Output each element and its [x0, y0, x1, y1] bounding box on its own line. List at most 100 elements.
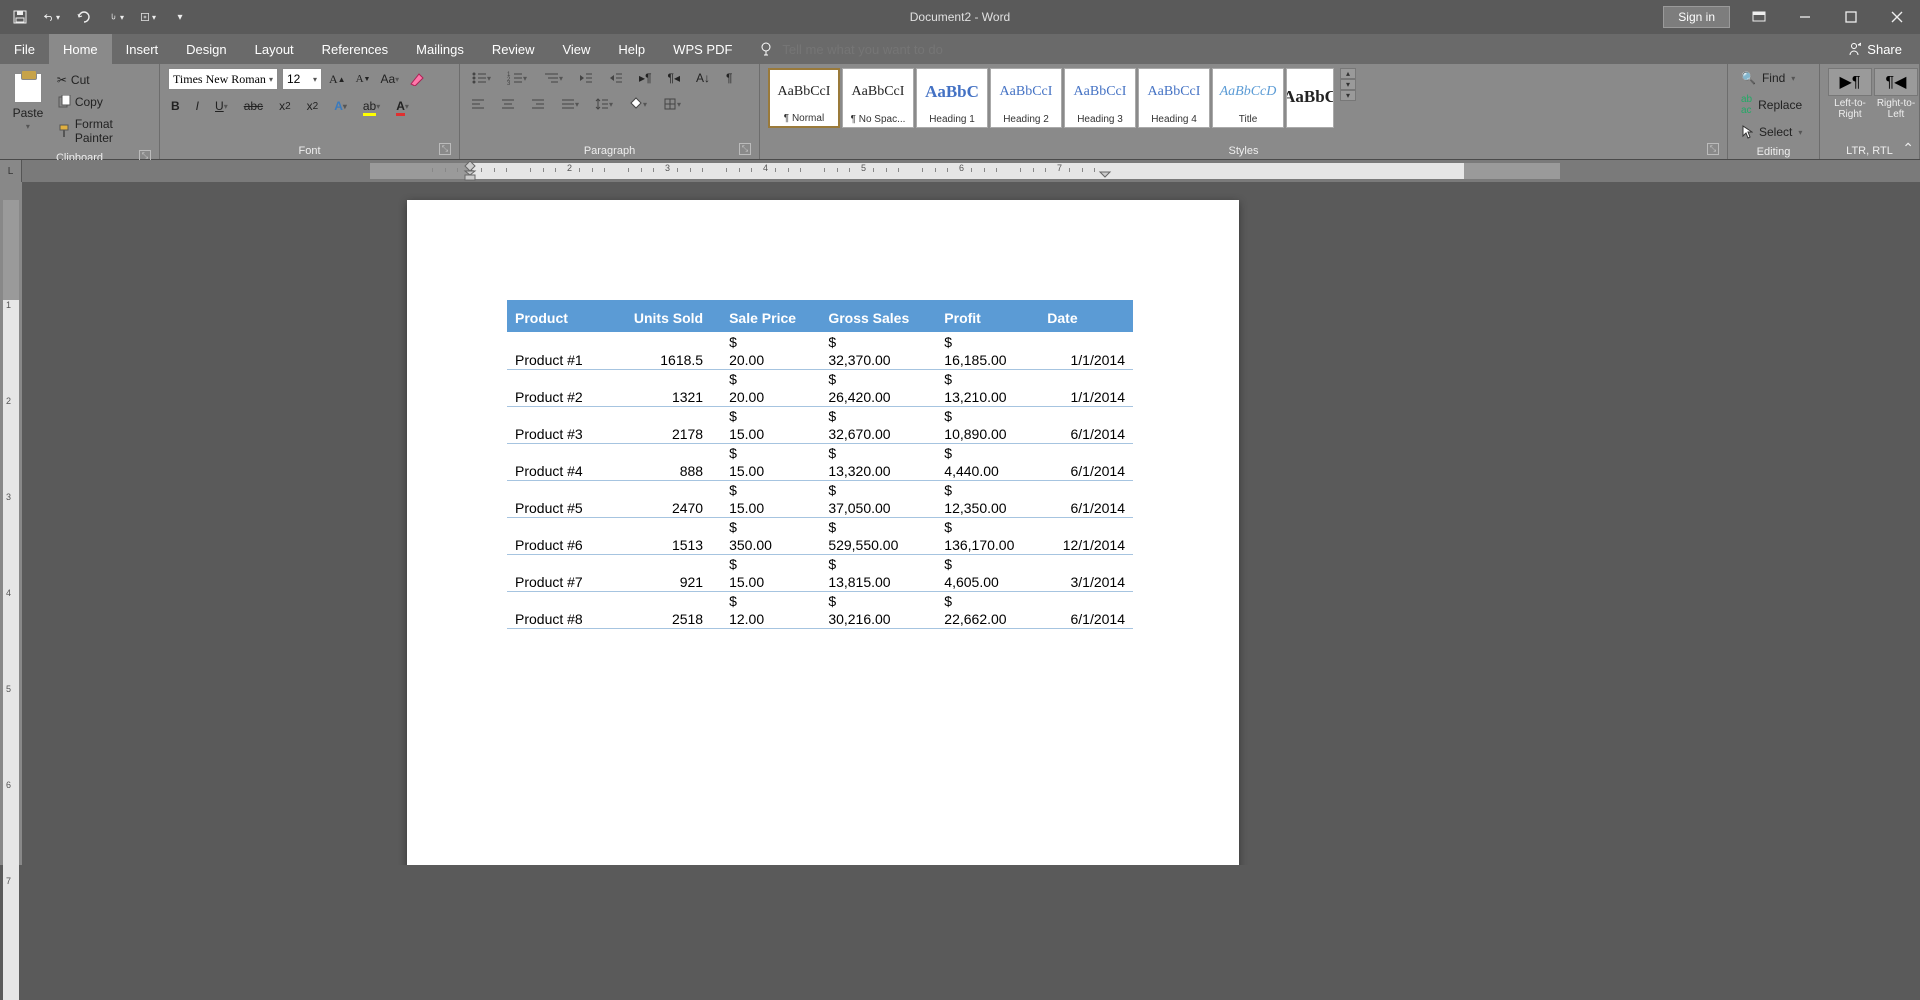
table-cell[interactable]: 1618.5: [607, 332, 721, 369]
table-row[interactable]: Product #61513$350.00$529,550.00$136,170…: [507, 517, 1133, 554]
gallery-down-icon[interactable]: ▾: [1340, 79, 1356, 90]
clear-formatting-icon[interactable]: [406, 69, 428, 89]
table-cell[interactable]: Product #4: [507, 443, 607, 480]
table-cell[interactable]: $350.00: [721, 517, 820, 554]
tell-me-input[interactable]: [782, 42, 1042, 57]
styles-gallery-scroll[interactable]: ▴ ▾ ▾: [1340, 68, 1356, 101]
replace-button[interactable]: abacReplace: [1736, 91, 1807, 119]
table-cell[interactable]: $20.00: [721, 332, 820, 369]
share-button[interactable]: Share: [1829, 34, 1920, 64]
table-header[interactable]: Gross Sales: [820, 300, 936, 332]
page[interactable]: ProductUnits SoldSale PriceGross SalesPr…: [407, 200, 1239, 865]
bullets-icon[interactable]: ▾: [468, 68, 494, 88]
style-item-more[interactable]: AaBbC: [1286, 68, 1334, 128]
collapse-ribbon-icon[interactable]: ⌃: [1902, 140, 1914, 157]
tab-mailings[interactable]: Mailings: [402, 34, 478, 64]
vertical-ruler[interactable]: 1234567: [0, 182, 22, 865]
table-cell[interactable]: 2518: [607, 591, 721, 628]
table-cell[interactable]: 921: [607, 554, 721, 591]
underline-button[interactable]: U▾: [212, 96, 231, 116]
line-spacing-icon[interactable]: ▾: [592, 94, 616, 114]
right-indent-marker-icon[interactable]: [1098, 171, 1112, 181]
table-row[interactable]: Product #52470$15.00$37,050.00$12,350.00…: [507, 480, 1133, 517]
table-cell[interactable]: $26,420.00: [820, 369, 936, 406]
tab-insert[interactable]: Insert: [112, 34, 173, 64]
tab-view[interactable]: View: [548, 34, 604, 64]
minimize-icon[interactable]: [1782, 2, 1828, 32]
style-item--normal[interactable]: AaBbCcI¶ Normal: [768, 68, 840, 128]
subscript-button[interactable]: x2: [276, 96, 294, 116]
table-cell[interactable]: 888: [607, 443, 721, 480]
shading-icon[interactable]: ▾: [626, 94, 650, 114]
table-cell[interactable]: 1/1/2014: [1039, 369, 1133, 406]
table-cell[interactable]: $10,890.00: [936, 406, 1039, 443]
cut-button[interactable]: ✂Cut: [54, 70, 93, 90]
ltr-button[interactable]: ▶¶: [1828, 68, 1872, 96]
strikethrough-button[interactable]: abc: [241, 96, 266, 116]
table-cell[interactable]: 2470: [607, 480, 721, 517]
table-row[interactable]: Product #21321$20.00$26,420.00$13,210.00…: [507, 369, 1133, 406]
ribbon-display-options-icon[interactable]: [1736, 2, 1782, 32]
table-cell[interactable]: Product #5: [507, 480, 607, 517]
bold-button[interactable]: B: [168, 96, 183, 116]
save-icon[interactable]: [12, 9, 28, 25]
style-item-heading-2[interactable]: AaBbCcIHeading 2: [990, 68, 1062, 128]
table-cell[interactable]: 6/1/2014: [1039, 480, 1133, 517]
format-painter-button[interactable]: Format Painter: [54, 114, 151, 148]
text-effects-icon[interactable]: A▾: [331, 96, 350, 116]
qat-customize-icon[interactable]: ▾: [140, 9, 156, 25]
table-cell[interactable]: $12,350.00: [936, 480, 1039, 517]
borders-icon[interactable]: ▾: [660, 94, 684, 114]
table-cell[interactable]: $136,170.00: [936, 517, 1039, 554]
tab-help[interactable]: Help: [604, 34, 659, 64]
tab-references[interactable]: References: [308, 34, 402, 64]
select-button[interactable]: Select▾: [1736, 122, 1807, 142]
superscript-button[interactable]: x2: [304, 96, 322, 116]
show-marks-icon[interactable]: ¶: [723, 68, 735, 88]
style-item-title[interactable]: AaBbCcDTitle: [1212, 68, 1284, 128]
table-header[interactable]: Date: [1039, 300, 1133, 332]
table-cell[interactable]: $13,210.00: [936, 369, 1039, 406]
styles-launcher[interactable]: ⤡: [1707, 143, 1719, 155]
style-item--no-spac-[interactable]: AaBbCcI¶ No Spac...: [842, 68, 914, 128]
table-cell[interactable]: 6/1/2014: [1039, 406, 1133, 443]
table-cell[interactable]: Product #8: [507, 591, 607, 628]
multilevel-list-icon[interactable]: ▾: [540, 68, 566, 88]
italic-button[interactable]: I: [193, 96, 202, 116]
font-color-icon[interactable]: A▾: [393, 96, 412, 116]
tab-design[interactable]: Design: [172, 34, 240, 64]
touch-mode-icon[interactable]: ▾: [108, 9, 124, 25]
table-cell[interactable]: 1321: [607, 369, 721, 406]
table-cell[interactable]: $15.00: [721, 406, 820, 443]
table-row[interactable]: Product #32178$15.00$32,670.00$10,890.00…: [507, 406, 1133, 443]
table-cell[interactable]: $30,216.00: [820, 591, 936, 628]
tab-file[interactable]: File: [0, 34, 49, 64]
maximize-icon[interactable]: [1828, 2, 1874, 32]
table-cell[interactable]: $529,550.00: [820, 517, 936, 554]
table-row[interactable]: Product #82518$12.00$30,216.00$22,662.00…: [507, 591, 1133, 628]
table-header[interactable]: Product: [507, 300, 607, 332]
style-item-heading-1[interactable]: AaBbCHeading 1: [916, 68, 988, 128]
tab-selector[interactable]: L: [0, 160, 22, 182]
rtl-button[interactable]: ¶◀: [1874, 68, 1918, 96]
table-cell[interactable]: Product #2: [507, 369, 607, 406]
table-cell[interactable]: $4,605.00: [936, 554, 1039, 591]
tab-review[interactable]: Review: [478, 34, 549, 64]
decrease-indent-icon[interactable]: [576, 68, 596, 88]
gallery-more-icon[interactable]: ▾: [1340, 90, 1356, 101]
align-center-icon[interactable]: [498, 95, 518, 113]
table-cell[interactable]: Product #7: [507, 554, 607, 591]
table-header[interactable]: Profit: [936, 300, 1039, 332]
font-launcher[interactable]: ⤡: [439, 143, 451, 155]
table-cell[interactable]: $13,320.00: [820, 443, 936, 480]
table-cell[interactable]: $15.00: [721, 443, 820, 480]
table-cell[interactable]: 12/1/2014: [1039, 517, 1133, 554]
align-left-icon[interactable]: [468, 95, 488, 113]
copy-button[interactable]: Copy: [54, 92, 106, 112]
justify-icon[interactable]: ▾: [558, 95, 582, 113]
table-cell[interactable]: 3/1/2014: [1039, 554, 1133, 591]
table-cell[interactable]: 6/1/2014: [1039, 443, 1133, 480]
style-item-heading-4[interactable]: AaBbCcIHeading 4: [1138, 68, 1210, 128]
table-cell[interactable]: $13,815.00: [820, 554, 936, 591]
tab-wps-pdf[interactable]: WPS PDF: [659, 34, 746, 64]
